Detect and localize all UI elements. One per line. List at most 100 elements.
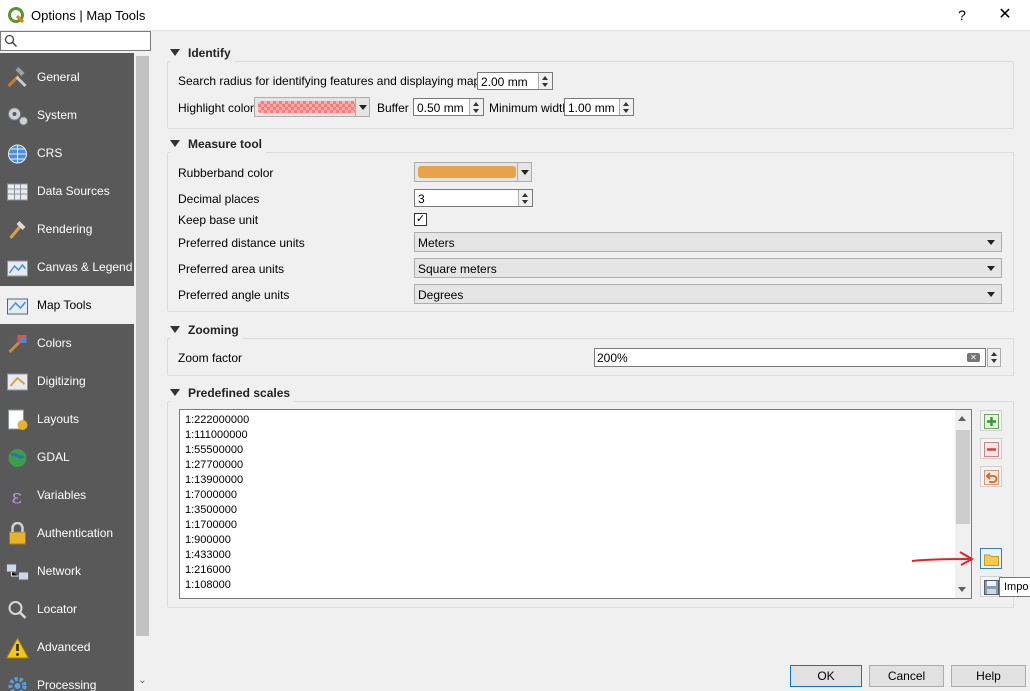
- rubberband-color-button[interactable]: [414, 162, 532, 182]
- list-item[interactable]: 1:27700000: [185, 459, 243, 471]
- sidebar-item-processing[interactable]: Processing: [0, 666, 134, 691]
- chevron-down-icon[interactable]: [355, 98, 369, 116]
- chevron-down-icon: [987, 240, 995, 245]
- sidebar-item-label: Advanced: [37, 640, 91, 654]
- sidebar-item-general[interactable]: General: [0, 58, 134, 96]
- minus-icon: [984, 442, 999, 457]
- clear-icon[interactable]: ✕: [967, 353, 980, 362]
- scroll-up-icon[interactable]: [958, 416, 966, 421]
- list-item[interactable]: 1:13900000: [185, 474, 243, 486]
- sidebar-scroll-thumb[interactable]: [136, 56, 149, 636]
- sidebar-item-system[interactable]: System: [0, 96, 134, 134]
- measure-header[interactable]: Measure tool: [170, 137, 267, 153]
- qgis-logo-icon: [8, 7, 25, 24]
- highlight-color-button[interactable]: [254, 97, 370, 117]
- list-item[interactable]: 1:1700000: [185, 519, 237, 531]
- chevron-down-icon: [987, 266, 995, 271]
- sidebar-item-data-sources[interactable]: Data Sources: [0, 172, 134, 210]
- rubberband-color-label: Rubberband color: [178, 166, 274, 180]
- list-item[interactable]: 1:3500000: [185, 504, 237, 516]
- list-item[interactable]: 1:433000: [185, 549, 231, 561]
- list-item[interactable]: 1:900000: [185, 534, 231, 546]
- chevron-down-icon[interactable]: [517, 163, 531, 181]
- buffer-spinbox[interactable]: 0.50 mm: [413, 98, 484, 116]
- import-scales-button[interactable]: [980, 548, 1002, 569]
- help-button[interactable]: Help: [951, 665, 1026, 687]
- sidebar-item-authentication[interactable]: Authentication: [0, 514, 134, 552]
- zoom-factor-spin-arrows-icon[interactable]: [987, 348, 1001, 367]
- spin-arrows-icon[interactable]: [469, 99, 483, 115]
- close-button[interactable]: ✕: [993, 5, 1017, 25]
- sidebar-scroll-down-icon[interactable]: ⌄: [136, 675, 149, 687]
- scroll-down-icon[interactable]: [958, 587, 966, 592]
- keep-base-unit-checkbox[interactable]: ✓: [414, 213, 427, 226]
- spin-arrows-icon[interactable]: [538, 73, 552, 89]
- help-title-button[interactable]: ?: [950, 5, 974, 25]
- sidebar-item-label: Locator: [37, 602, 78, 616]
- min-width-spinbox[interactable]: 1.00 mm: [564, 98, 634, 116]
- list-item[interactable]: 1:108000: [185, 579, 231, 591]
- sidebar-item-label: Processing: [37, 678, 97, 691]
- sidebar-item-label: System: [37, 108, 78, 122]
- sidebar-item-map-tools[interactable]: Map Tools: [0, 286, 134, 324]
- ok-button[interactable]: OK: [790, 665, 862, 687]
- scale-list-scrollbar[interactable]: [955, 410, 971, 598]
- sidebar-search-input[interactable]: [0, 31, 151, 51]
- collapse-triangle-icon: [170, 140, 180, 147]
- search-radius-spinbox[interactable]: 2.00 mm: [477, 72, 553, 90]
- zooming-header[interactable]: Zooming: [170, 323, 243, 339]
- globe-grid-icon: [8, 144, 27, 164]
- distance-units-value: Meters: [418, 236, 455, 250]
- sidebar-item-network[interactable]: Network: [0, 552, 134, 590]
- min-width-value: 1.00 mm: [568, 101, 615, 115]
- list-item[interactable]: 1:7000000: [185, 489, 237, 501]
- import-tooltip: Impo: [999, 577, 1030, 597]
- angle-units-select[interactable]: Degrees: [414, 284, 1002, 304]
- decimal-places-spinbox[interactable]: 3: [414, 189, 533, 207]
- remove-scale-button[interactable]: [980, 438, 1002, 459]
- colors-brush-icon: [8, 335, 27, 354]
- spin-arrows-icon[interactable]: [518, 190, 532, 206]
- sidebar-item-advanced[interactable]: Advanced: [0, 628, 134, 666]
- sidebar-item-digitizing[interactable]: Digitizing: [0, 362, 134, 400]
- sidebar-item-label: GDAL: [37, 450, 70, 464]
- sidebar-item-canvas-legend[interactable]: Canvas & Legend: [0, 248, 134, 286]
- zooming-title: Zooming: [188, 323, 239, 337]
- predefined-scales-header[interactable]: Predefined scales: [170, 386, 295, 402]
- save-icon: [984, 580, 999, 595]
- sidebar-item-rendering[interactable]: Rendering: [0, 210, 134, 248]
- highlight-color-label: Highlight color: [178, 101, 255, 115]
- scale-list-scroll-thumb[interactable]: [956, 430, 970, 524]
- restore-defaults-button[interactable]: [980, 466, 1002, 487]
- scale-list[interactable]: 1:222000000 1:111000000 1:55500000 1:277000…: [179, 409, 972, 599]
- sidebar-item-locator[interactable]: Locator: [0, 590, 134, 628]
- angle-units-value: Degrees: [418, 288, 464, 302]
- zoom-factor-input[interactable]: 200% ✕: [594, 348, 986, 367]
- cancel-button[interactable]: Cancel: [869, 665, 944, 687]
- distance-units-select[interactable]: Meters: [414, 232, 1002, 252]
- decimal-places-label: Decimal places: [178, 192, 260, 206]
- list-item[interactable]: 1:216000: [185, 564, 231, 576]
- collapse-triangle-icon: [170, 326, 180, 333]
- sidebar-item-gdal[interactable]: GDAL: [0, 438, 134, 476]
- identify-header[interactable]: Identify: [170, 46, 235, 62]
- area-units-select[interactable]: Square meters: [414, 258, 1002, 278]
- list-item[interactable]: 1:222000000: [185, 414, 249, 426]
- annotation-arrow-icon: [911, 551, 975, 566]
- identify-title: Identify: [188, 46, 231, 60]
- list-item[interactable]: 1:111000000: [185, 429, 248, 441]
- sidebar-item-colors[interactable]: Colors: [0, 324, 134, 362]
- sidebar-item-label: Data Sources: [37, 184, 110, 198]
- sidebar-item-label: Variables: [37, 488, 87, 502]
- zoom-factor-label: Zoom factor: [178, 351, 243, 365]
- sidebar-item-crs[interactable]: CRS: [0, 134, 134, 172]
- sidebar-item-layouts[interactable]: Layouts: [0, 400, 134, 438]
- sidebar-item-variables[interactable]: ε Variables: [0, 476, 134, 514]
- spin-arrows-icon[interactable]: [619, 99, 633, 115]
- list-item[interactable]: 1:55500000: [185, 444, 243, 456]
- sidebar: General System CRS Data Sources Rendering Can…: [0, 53, 134, 691]
- paintbrush-icon: [9, 221, 26, 239]
- add-scale-button[interactable]: [980, 410, 1002, 431]
- sidebar-item-label: CRS: [37, 146, 63, 160]
- decimal-places-value: 3: [418, 192, 425, 206]
